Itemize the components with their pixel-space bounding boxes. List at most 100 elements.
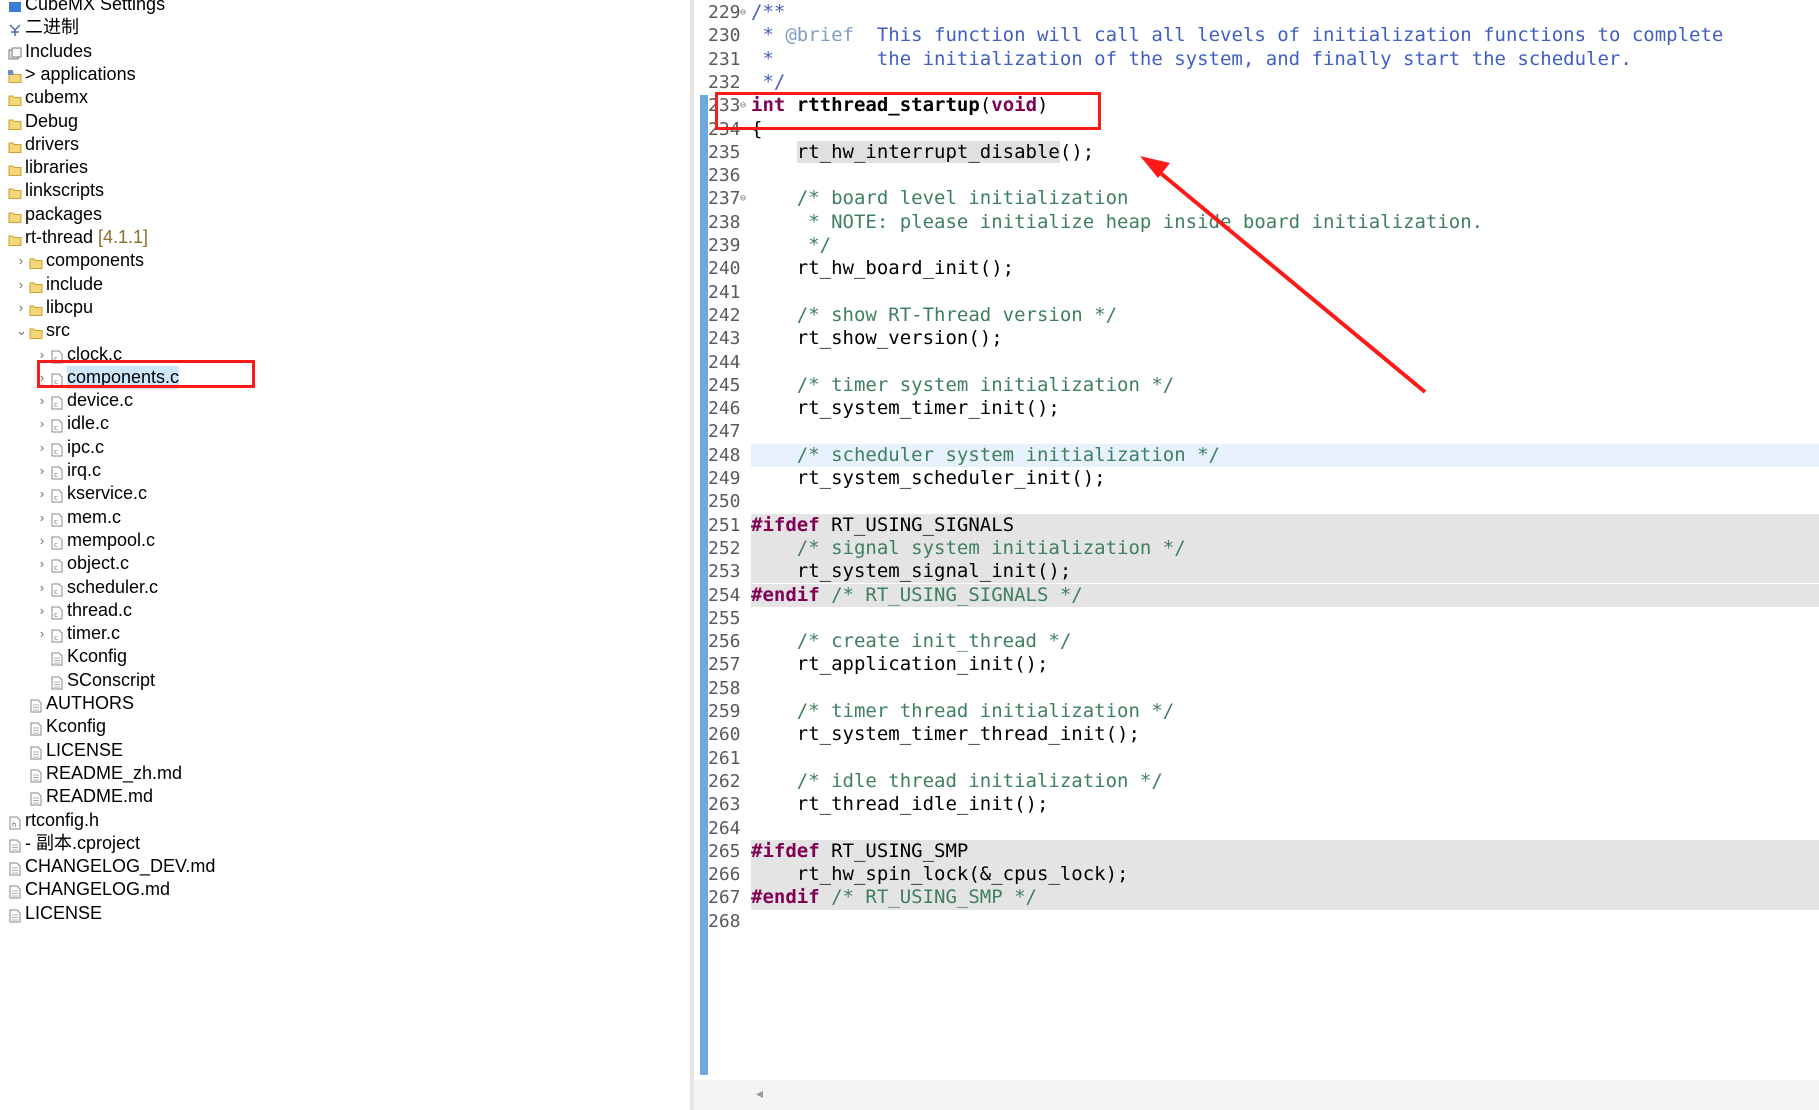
code-line[interactable]: 267 #endif /* RT_USING_SMP */ — [708, 886, 1819, 910]
code-line[interactable]: 259 /* timer thread initialization */ — [694, 700, 1819, 723]
code-editor[interactable]: 229 ⊖/** 230 * @brief This function will c… — [694, 0, 1819, 1110]
tree-item[interactable]: › c scheduler.c — [0, 576, 690, 599]
fold-toggle-icon[interactable]: ⊖ — [740, 187, 746, 210]
chevron-right-icon[interactable]: › — [37, 506, 47, 529]
tree-item[interactable]: › components — [0, 249, 690, 272]
tree-item[interactable]: h rtconfig.h — [0, 809, 690, 832]
chevron-right-icon[interactable]: › — [37, 436, 47, 459]
scroll-left-icon[interactable]: ◂ — [756, 1086, 763, 1103]
code-line[interactable]: 262 /* idle thread initialization */ — [694, 770, 1819, 793]
tree-item[interactable]: Kconfig — [0, 645, 690, 668]
tree-item[interactable]: › libcpu — [0, 296, 690, 319]
tree-item[interactable]: SConscript — [0, 669, 690, 692]
tree-item[interactable]: AUTHORS — [0, 692, 690, 715]
code-line[interactable]: 242 /* show RT-Thread version */ — [694, 304, 1819, 327]
code-line[interactable]: 258 — [694, 677, 1819, 700]
code-line[interactable]: 263 rt_thread_idle_init(); — [694, 793, 1819, 816]
code-line[interactable]: 246 rt_system_timer_init(); — [694, 397, 1819, 420]
code-line[interactable]: 252 /* signal system initialization */ — [708, 536, 1819, 561]
tree-item[interactable]: › include — [0, 273, 690, 296]
tree-item[interactable]: › c irq.c — [0, 459, 690, 482]
tree-item[interactable]: > applications — [0, 63, 690, 86]
chevron-right-icon[interactable]: › — [37, 482, 47, 505]
code-line[interactable]: 260 rt_system_timer_thread_init(); — [694, 723, 1819, 746]
code-token: rt_hw_board_init(); — [751, 257, 1015, 280]
chevron-right-icon[interactable]: › — [16, 273, 26, 296]
code-line[interactable]: 245 /* timer system initialization */ — [694, 374, 1819, 397]
code-line[interactable]: 237 ⊖ /* board level initialization — [694, 187, 1819, 210]
code-line[interactable]: 240 rt_hw_board_init(); — [694, 257, 1819, 280]
tree-item[interactable]: › c idle.c — [0, 412, 690, 435]
code-line[interactable]: 251 #ifdef RT_USING_SIGNALS — [708, 513, 1819, 537]
code-line[interactable]: 253 rt_system_signal_init(); — [708, 560, 1819, 584]
chevron-down-icon[interactable]: ⌄ — [16, 319, 27, 342]
chevron-right-icon[interactable]: › — [37, 459, 47, 482]
tree-item-label: Includes — [25, 40, 93, 61]
tree-item[interactable]: ⌄ src — [0, 319, 690, 342]
text-file-icon — [29, 719, 43, 736]
code-line[interactable]: 239 */ — [694, 234, 1819, 257]
code-line[interactable]: 241 — [694, 281, 1819, 304]
tree-item[interactable]: rt-thread [4.1.1] — [0, 226, 690, 249]
tree-item[interactable]: 二进制 — [0, 16, 690, 39]
chevron-right-icon[interactable]: › — [37, 412, 47, 435]
chevron-right-icon[interactable]: › — [37, 576, 47, 599]
chevron-right-icon[interactable]: › — [37, 552, 47, 575]
tree-item[interactable]: libraries — [0, 156, 690, 179]
tree-item[interactable]: › c timer.c — [0, 622, 690, 645]
code-line[interactable]: 247 — [694, 420, 1819, 443]
tree-item[interactable]: README.md — [0, 785, 690, 808]
tree-item[interactable]: › c object.c — [0, 552, 690, 575]
tree-item[interactable]: LICENSE — [0, 739, 690, 762]
code-line[interactable]: 229 ⊖/** — [694, 1, 1819, 24]
tree-item[interactable]: CHANGELOG.md — [0, 878, 690, 901]
tree-item[interactable]: Includes — [0, 40, 690, 63]
code-line[interactable]: 255 — [694, 607, 1819, 630]
tree-item[interactable]: CubeMX Settings — [0, 0, 690, 16]
code-line[interactable]: 249 rt_system_scheduler_init(); — [694, 467, 1819, 490]
tree-item[interactable]: - 副本.cproject — [0, 832, 690, 855]
tree-item[interactable]: › c ipc.c — [0, 436, 690, 459]
tree-item[interactable]: › c mem.c — [0, 506, 690, 529]
code-line[interactable]: 238 * NOTE: please initialize heap insid… — [694, 211, 1819, 234]
tree-item[interactable]: › c thread.c — [0, 599, 690, 622]
horizontal-scrollbar[interactable]: ◂ — [694, 1080, 1819, 1110]
code-text: rt_show_version(); — [751, 327, 1003, 350]
code-line[interactable]: 230 * @brief This function will call all… — [694, 24, 1819, 47]
code-line[interactable]: 248 /* scheduler system initialization *… — [708, 443, 1819, 467]
tree-item[interactable]: drivers — [0, 133, 690, 156]
chevron-right-icon[interactable]: › — [37, 622, 47, 645]
code-line[interactable]: 254 #endif /* RT_USING_SIGNALS */ — [708, 583, 1819, 607]
code-line[interactable]: 250 — [694, 490, 1819, 513]
chevron-right-icon[interactable]: › — [37, 389, 47, 412]
chevron-right-icon[interactable]: › — [37, 599, 47, 622]
code-line[interactable]: 266 rt_hw_spin_lock(&_cpus_lock); — [708, 863, 1819, 887]
fold-toggle-icon[interactable]: ⊖ — [740, 1, 746, 24]
tree-item[interactable]: LICENSE — [0, 902, 690, 925]
code-line[interactable]: 231 * the initialization of the system, … — [694, 48, 1819, 71]
tree-item[interactable]: Kconfig — [0, 715, 690, 738]
tree-item[interactable]: › c device.c — [0, 389, 690, 412]
tree-item[interactable]: Debug — [0, 110, 690, 133]
code-line[interactable]: 236 — [694, 164, 1819, 187]
code-line[interactable]: 268 — [694, 910, 1819, 933]
chevron-right-icon[interactable]: › — [37, 529, 47, 552]
tree-item[interactable]: linkscripts — [0, 179, 690, 202]
code-line[interactable]: 256 /* create init_thread */ — [694, 630, 1819, 653]
code-line[interactable]: 265 #ifdef RT_USING_SMP — [708, 839, 1819, 864]
code-line[interactable]: 261 — [694, 747, 1819, 770]
chevron-right-icon[interactable]: › — [16, 249, 26, 272]
code-line[interactable]: 257 rt_application_init(); — [694, 653, 1819, 676]
tree-item[interactable]: CHANGELOG_DEV.md — [0, 855, 690, 878]
tree-item[interactable]: › c kservice.c — [0, 482, 690, 505]
code-line[interactable]: 243 rt_show_version(); — [694, 327, 1819, 350]
tree-item[interactable]: cubemx — [0, 86, 690, 109]
tree-item[interactable]: packages — [0, 203, 690, 226]
code-line[interactable]: 244 — [694, 351, 1819, 374]
tree-item[interactable]: › c mempool.c — [0, 529, 690, 552]
chevron-right-icon[interactable]: › — [16, 296, 26, 319]
tree-item[interactable]: README_zh.md — [0, 762, 690, 785]
code-line[interactable]: 235 rt_hw_interrupt_disable(); — [694, 140, 1819, 164]
code-line[interactable]: 264 — [694, 817, 1819, 840]
code-line[interactable]: 232 */ — [694, 71, 1819, 94]
